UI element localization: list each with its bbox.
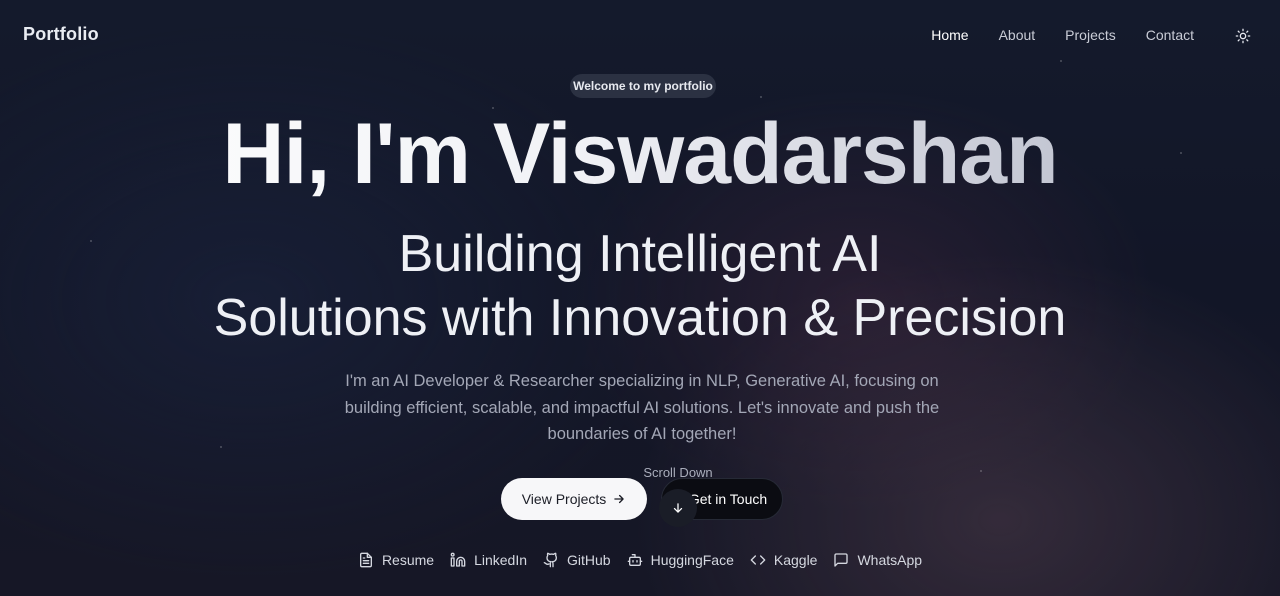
social-link-github[interactable]: GitHub xyxy=(543,550,611,570)
welcome-badge: Welcome to my portfolio xyxy=(570,74,716,98)
hero-title: Hi, I'm Viswadarshan xyxy=(0,104,1280,204)
social-label-huggingface: HuggingFace xyxy=(650,552,734,568)
social-links: Resume LinkedIn GitHub HuggingFace Kaggl… xyxy=(0,550,1280,570)
hero-subtitle-line1: Building Intelligent AI xyxy=(398,225,882,283)
hero-description: I'm an AI Developer & Researcher special… xyxy=(330,368,954,448)
social-label-resume: Resume xyxy=(381,552,435,568)
hero-subtitle: Building Intelligent AI Solutions with I… xyxy=(0,222,1280,350)
github-icon xyxy=(543,552,558,568)
view-projects-label: View Projects xyxy=(521,491,607,507)
social-link-linkedin[interactable]: LinkedIn xyxy=(450,550,527,570)
file-text-icon xyxy=(359,552,372,568)
social-label-linkedin: LinkedIn xyxy=(474,552,528,568)
social-link-resume[interactable]: Resume xyxy=(358,550,434,570)
social-label-github: GitHub xyxy=(567,552,611,568)
hero-description-line3: boundaries of AI together! xyxy=(547,425,737,443)
hero-description-line1: I'm an AI Developer & Researcher special… xyxy=(345,372,939,390)
theme-toggle-button[interactable] xyxy=(1231,24,1255,48)
sun-icon xyxy=(1235,28,1251,44)
scroll-down-button[interactable] xyxy=(659,489,697,527)
arrow-right-icon xyxy=(614,494,625,504)
hero-description-line2: building efficient, scalable, and impact… xyxy=(344,398,940,417)
brand-logo[interactable]: Portfolio xyxy=(23,24,99,45)
linkedin-icon xyxy=(450,552,466,567)
code-icon xyxy=(750,555,766,565)
message-square-icon xyxy=(834,553,849,567)
social-link-kaggle[interactable]: Kaggle xyxy=(750,550,818,570)
bot-icon xyxy=(627,554,642,566)
scroll-down-label: Scroll Down xyxy=(643,465,713,480)
nav-link-home[interactable]: Home xyxy=(931,27,968,43)
social-label-kaggle: Kaggle xyxy=(773,552,818,568)
social-link-whatsapp[interactable]: WhatsApp xyxy=(833,550,922,570)
nav-link-projects[interactable]: Projects xyxy=(1065,27,1116,43)
top-navigation: Portfolio Home About Projects Contact xyxy=(0,0,1280,70)
arrow-down-icon xyxy=(673,503,683,513)
social-link-huggingface[interactable]: HuggingFace xyxy=(627,550,734,570)
nav-links: Home About Projects Contact xyxy=(901,27,1194,43)
social-label-whatsapp: WhatsApp xyxy=(857,552,923,568)
nav-link-about[interactable]: About xyxy=(999,27,1036,43)
view-projects-button[interactable]: View Projects xyxy=(501,478,647,520)
get-in-touch-label: Get in Touch xyxy=(688,491,768,507)
nav-link-contact[interactable]: Contact xyxy=(1146,27,1194,43)
hero-subtitle-line2: Solutions with Innovation & Precision xyxy=(213,289,1067,347)
